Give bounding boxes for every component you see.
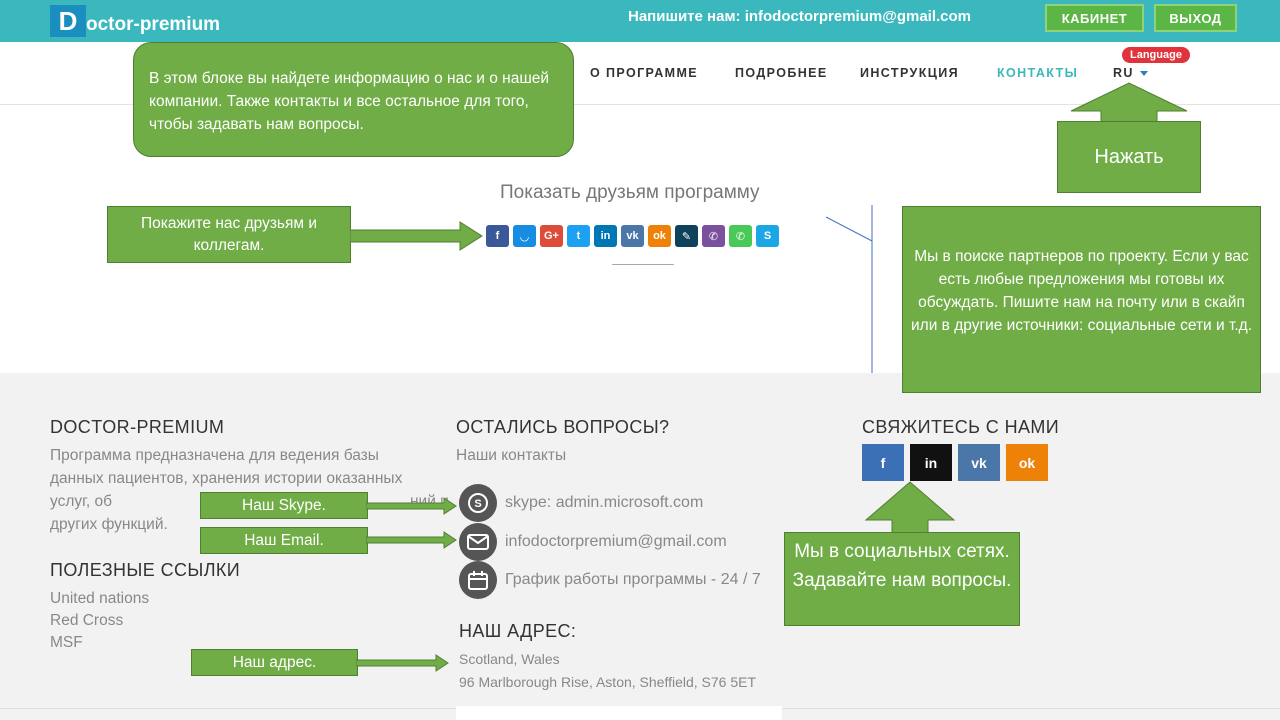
- footer-link-red-cross[interactable]: Red Cross: [50, 609, 123, 632]
- callout-partners: Мы в поиске партнеров по проекту. Если у…: [902, 206, 1261, 393]
- footer-brand-text: Программа предназначена для ведения базы…: [50, 444, 449, 536]
- footer-contacts-label: Наши контакты: [456, 447, 567, 464]
- twitter-share-icon[interactable]: t: [567, 225, 590, 247]
- myworld-share-icon[interactable]: ◡: [513, 225, 536, 247]
- footer-contact-heading: СВЯЖИТЕСЬ С НАМИ: [862, 417, 1060, 437]
- arrow-right-icon: [350, 221, 483, 251]
- arrow-right-icon: [356, 654, 449, 672]
- skype-share-icon[interactable]: S: [756, 225, 779, 247]
- share-buttons: f ◡ G+ t in vk ok ✎ ✆ ✆ S: [486, 225, 779, 247]
- livejournal-share-icon[interactable]: ✎: [675, 225, 698, 247]
- connector-line: [825, 205, 873, 393]
- vk-link-icon[interactable]: vk: [958, 444, 1000, 481]
- callout-press: Нажать: [1057, 121, 1201, 193]
- facebook-link-icon[interactable]: f: [862, 444, 904, 481]
- vk-share-icon[interactable]: vk: [621, 225, 644, 247]
- callout-share: Покажите нас друзьям и коллегам.: [107, 206, 351, 263]
- callout-address: Наш адрес.: [191, 649, 358, 676]
- whatsapp-share-icon[interactable]: ✆: [729, 225, 752, 247]
- callout-social-arrow: [864, 481, 956, 535]
- language-selector[interactable]: RU: [1113, 66, 1148, 80]
- footer-link-msf[interactable]: MSF: [50, 631, 83, 654]
- logout-button[interactable]: ВЫХОД: [1154, 4, 1237, 32]
- linkedin-share-icon[interactable]: in: [594, 225, 617, 247]
- footer-address-line1: Scotland, Wales: [459, 651, 560, 667]
- facebook-share-icon[interactable]: f: [486, 225, 509, 247]
- nav-contacts[interactable]: КОНТАКТЫ: [997, 66, 1078, 80]
- email-icon: [459, 523, 497, 561]
- nav-details[interactable]: ПОДРОБНЕЕ: [735, 66, 828, 80]
- language-current: RU: [1113, 66, 1134, 80]
- cabinet-button[interactable]: КАБИНЕТ: [1045, 4, 1144, 32]
- nav-instructions[interactable]: ИНСТРУКЦИЯ: [860, 66, 959, 80]
- googleplus-share-icon[interactable]: G+: [540, 225, 563, 247]
- nav-about-program[interactable]: О ПРОГРАММЕ: [590, 66, 698, 80]
- footer-skype[interactable]: skype: admin.microsoft.com: [505, 491, 703, 514]
- share-title: Показать друзьям программу: [500, 182, 760, 203]
- svg-text:S: S: [474, 498, 481, 510]
- logo-text: octor-premium: [86, 14, 221, 35]
- footer-brand-text-last: других функций.: [50, 516, 168, 533]
- footer-schedule: График работы программы - 24 / 7: [505, 571, 761, 588]
- linkedin-link-icon[interactable]: in: [910, 444, 952, 481]
- footer-bottom-block: [456, 706, 782, 720]
- logo-mark: D: [50, 5, 86, 37]
- callout-skype: Наш Skype.: [200, 492, 368, 519]
- footer-email[interactable]: infodoctorpremium@gmail.com: [505, 530, 727, 553]
- callout-email: Наш Email.: [200, 527, 368, 554]
- callout-social: Мы в социальных сетях. Задавайте нам воп…: [784, 532, 1020, 626]
- arrow-right-icon: [366, 531, 457, 549]
- odnoklassniki-link-icon[interactable]: ok: [1006, 444, 1048, 481]
- divider: [612, 264, 674, 265]
- viber-share-icon[interactable]: ✆: [702, 225, 725, 247]
- odnoklassniki-share-icon[interactable]: ok: [648, 225, 671, 247]
- site-logo[interactable]: D octor-premium: [50, 5, 220, 37]
- language-badge: Language: [1122, 47, 1190, 63]
- callout-about: В этом блоке вы найдете информацию о нас…: [133, 42, 574, 157]
- footer-questions-heading: ОСТАЛИСЬ ВОПРОСЫ?: [456, 417, 670, 437]
- arrow-right-icon: [366, 497, 457, 515]
- footer-address-line2: 96 Marlborough Rise, Aston, Sheffield, S…: [459, 674, 757, 690]
- footer-address-heading: НАШ АДРЕС:: [459, 621, 577, 641]
- calendar-icon: [459, 561, 497, 599]
- footer-links-heading: ПОЛЕЗНЫЕ ССЫЛКИ: [50, 560, 241, 580]
- header-contact-email[interactable]: Напишите нам: infodoctorpremium@gmail.co…: [628, 8, 971, 25]
- footer-brand-heading: DOCTOR-PREMIUM: [50, 417, 225, 437]
- chevron-down-icon: [1139, 71, 1148, 77]
- footer-link-un[interactable]: United nations: [50, 587, 149, 610]
- skype-icon: S: [459, 484, 497, 522]
